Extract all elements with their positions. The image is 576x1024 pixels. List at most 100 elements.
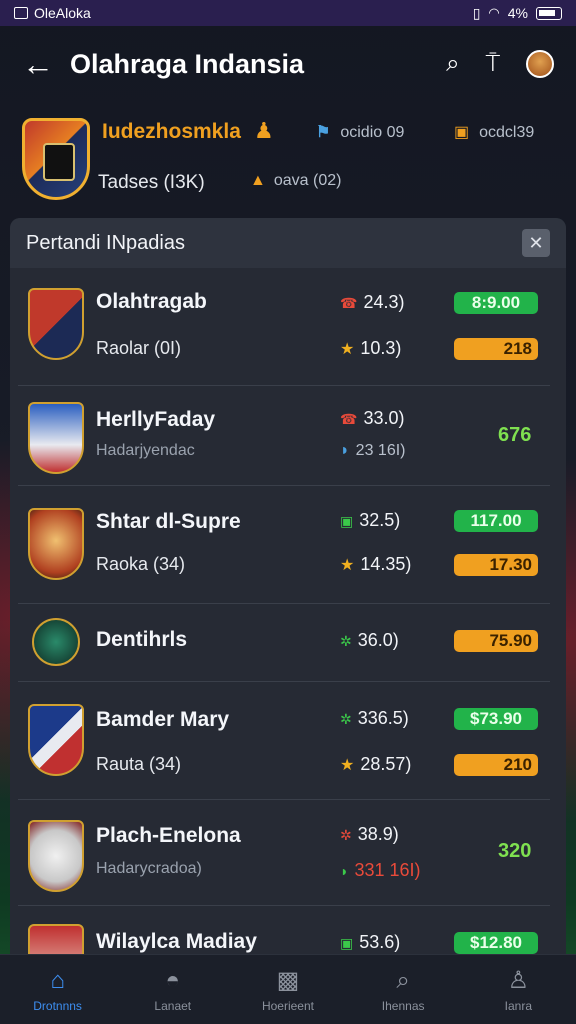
phone-icon: ☎ <box>340 411 358 427</box>
recycle-icon: ✲ <box>340 827 352 843</box>
league-logo-icon <box>22 118 90 200</box>
team-name: Plach-Enelona <box>96 824 241 847</box>
status-bar: OleAloka ▯ ◠ 4% <box>0 0 576 26</box>
app-bar: ← Olahraga Indansia ⌕ ⍑ <box>0 26 576 102</box>
stat-primary-value: 38.9) <box>357 824 399 844</box>
battery-percent: 4% <box>507 5 528 21</box>
match-row[interactable]: Bamder Mary Rauta (34) ✲ 336.5) ★ 28.57) $… <box>18 682 550 800</box>
stat-primary-value: 32.5) <box>359 510 401 530</box>
nav-label: Hoerieent <box>261 999 314 1013</box>
nav-search[interactable]: ⌕ Ihennas <box>353 967 453 1013</box>
nav-label: Ianra <box>504 999 533 1013</box>
vibrate-icon: ▯ <box>472 4 481 21</box>
ticket-icon: ▣ <box>340 513 354 529</box>
match-row[interactable]: Dentihrls ✲ 36.0) 75.90 <box>18 604 550 682</box>
nav-label: Ihennas <box>381 998 425 1013</box>
match-row[interactable]: Plach-Enelona Hadarycradoa) ✲ 38.9) ◗ 331 … <box>18 800 550 906</box>
league-stat-1: ⚑ ocidio 09 <box>316 122 404 142</box>
odds-badge-orange[interactable]: 75.90 <box>454 630 538 652</box>
stat-primary: ▣ 53.6) <box>340 932 400 953</box>
league-stat-3-value: oava (02) <box>273 172 342 189</box>
notification-bell-icon[interactable]: ⍑ <box>486 50 500 78</box>
nav-home[interactable]: ⌂ Drotnnns <box>8 967 108 1013</box>
lock-icon: ▲ <box>250 172 266 189</box>
odds-value[interactable]: 676 <box>498 424 531 447</box>
wifi-icon: ◠ <box>488 5 500 20</box>
team-name: Shtar dl-Supre <box>96 510 241 533</box>
team-name: Wilaylca Madiay <box>96 930 257 953</box>
stat-primary-value: 33.0) <box>363 408 405 428</box>
home-icon: ⌂ <box>50 966 65 994</box>
nav-trophy[interactable]: ▩ Hoerieent <box>238 966 338 1013</box>
back-arrow-icon[interactable]: ← <box>22 46 70 83</box>
team-sub: Raoka (34) <box>96 554 186 574</box>
status-app-name: OleAloka <box>34 5 91 21</box>
match-row[interactable]: Olahtragab Raolar (0I) ☎ 24.3) ★ 10.3) 8:9… <box>18 268 550 386</box>
rotate-icon: ◗ <box>340 442 350 459</box>
team-crest-icon <box>28 820 84 892</box>
stat-secondary-value: 14.35) <box>360 554 412 574</box>
stat-primary-value: 36.0) <box>357 630 399 650</box>
odds-badge-orange[interactable]: 210 <box>454 754 538 776</box>
recycle-icon: ✲ <box>340 633 352 649</box>
nav-label: Lanaet <box>154 998 192 1013</box>
odds-value[interactable]: 320 <box>498 840 531 863</box>
team-name: Bamder Mary <box>96 708 230 731</box>
odds-badge-green[interactable]: 8:9.00 <box>454 292 538 314</box>
stat-secondary-value: 23 16I) <box>355 442 406 459</box>
bottom-nav: ⌂ Drotnnns ◓ Lanaet ▩ Hoerieent ⌕ Ihenna… <box>0 954 576 1024</box>
team-crest-icon <box>28 704 84 776</box>
search-icon[interactable]: ⌕ <box>446 50 459 78</box>
star-icon: ★ <box>340 341 355 358</box>
team-crest-icon <box>32 618 80 666</box>
stat-secondary: ◗ 23 16I) <box>340 442 405 460</box>
stat-secondary: ◗ 331 16I) <box>340 860 421 881</box>
notification-icon <box>14 7 28 19</box>
ticket-icon: ▣ <box>340 935 354 951</box>
stat-secondary-value: 10.3) <box>360 338 402 358</box>
league-stat-1-value: ocidio 09 <box>340 124 405 141</box>
team-crest-icon <box>28 508 84 580</box>
league-name: Iudezhosmkla <box>102 120 241 143</box>
profile-icon: ♙ <box>507 967 530 994</box>
team-name: Olahtragab <box>96 290 207 313</box>
team-sub: Raolar (0I) <box>96 338 182 358</box>
star-icon: ★ <box>340 557 355 574</box>
odds-badge-orange[interactable]: 17.30 <box>454 554 538 576</box>
person-icon[interactable]: ♟ <box>254 118 274 144</box>
stat-secondary-value: 28.57) <box>360 754 412 774</box>
app-screen: OleAloka ▯ ◠ 4% ← Olahraga Indansia ⌕ ⍑ … <box>0 0 576 1024</box>
team-crest-icon <box>28 288 84 360</box>
match-row[interactable]: Shtar dl-Supre Raoka (34) ▣ 32.5) ★ 14.35)… <box>18 486 550 604</box>
odds-badge-green[interactable]: $73.90 <box>454 708 538 730</box>
nav-stadium[interactable]: ◓ Lanaet <box>123 967 223 1013</box>
nav-profile[interactable]: ♙ Ianra <box>468 966 568 1013</box>
recycle-icon: ✲ <box>340 711 352 727</box>
panel-title: Pertandi INpadias <box>26 231 185 254</box>
page-title: Olahraga Indansia <box>70 48 305 79</box>
ticket-icon: ▣ <box>454 124 470 141</box>
stat-primary: ☎ 33.0) <box>340 408 404 429</box>
stat-primary: ✲ 336.5) <box>340 708 409 729</box>
stadium-icon: ◓ <box>165 966 181 994</box>
stat-primary: ✲ 36.0) <box>340 630 399 651</box>
odds-badge-green[interactable]: 117.00 <box>454 510 538 532</box>
avatar[interactable] <box>526 50 554 78</box>
match-row[interactable]: HerllyFaday Hadarjyendac ☎ 33.0) ◗ 23 16I)… <box>18 386 550 486</box>
league-teams: Tadses (I3K) <box>98 172 205 193</box>
stat-primary: ✲ 38.9) <box>340 824 399 845</box>
close-button[interactable]: ✕ <box>522 229 550 257</box>
rotate-icon: ◗ <box>340 863 349 879</box>
league-stat-3: ▲ oava (02) <box>250 172 341 190</box>
nav-label: Drotnnns <box>33 998 82 1013</box>
team-name: HerllyFaday <box>96 408 216 431</box>
trophy-icon: ▩ <box>276 967 300 994</box>
league-header: Iudezhosmkla ♟ ⚑ ocidio 09 ▣ ocdcl39 Tadse… <box>0 102 576 220</box>
team-crest-icon <box>28 402 84 474</box>
odds-badge-green[interactable]: $12.80 <box>454 932 538 954</box>
stat-secondary: ★ 14.35) <box>340 554 411 575</box>
odds-badge-orange[interactable]: 218 <box>454 338 538 360</box>
stat-primary-value: 336.5) <box>357 708 409 728</box>
matches-panel: Pertandi INpadias ✕ Olahtragab Raolar (0… <box>10 218 566 978</box>
stat-primary-value: 24.3) <box>363 292 405 312</box>
